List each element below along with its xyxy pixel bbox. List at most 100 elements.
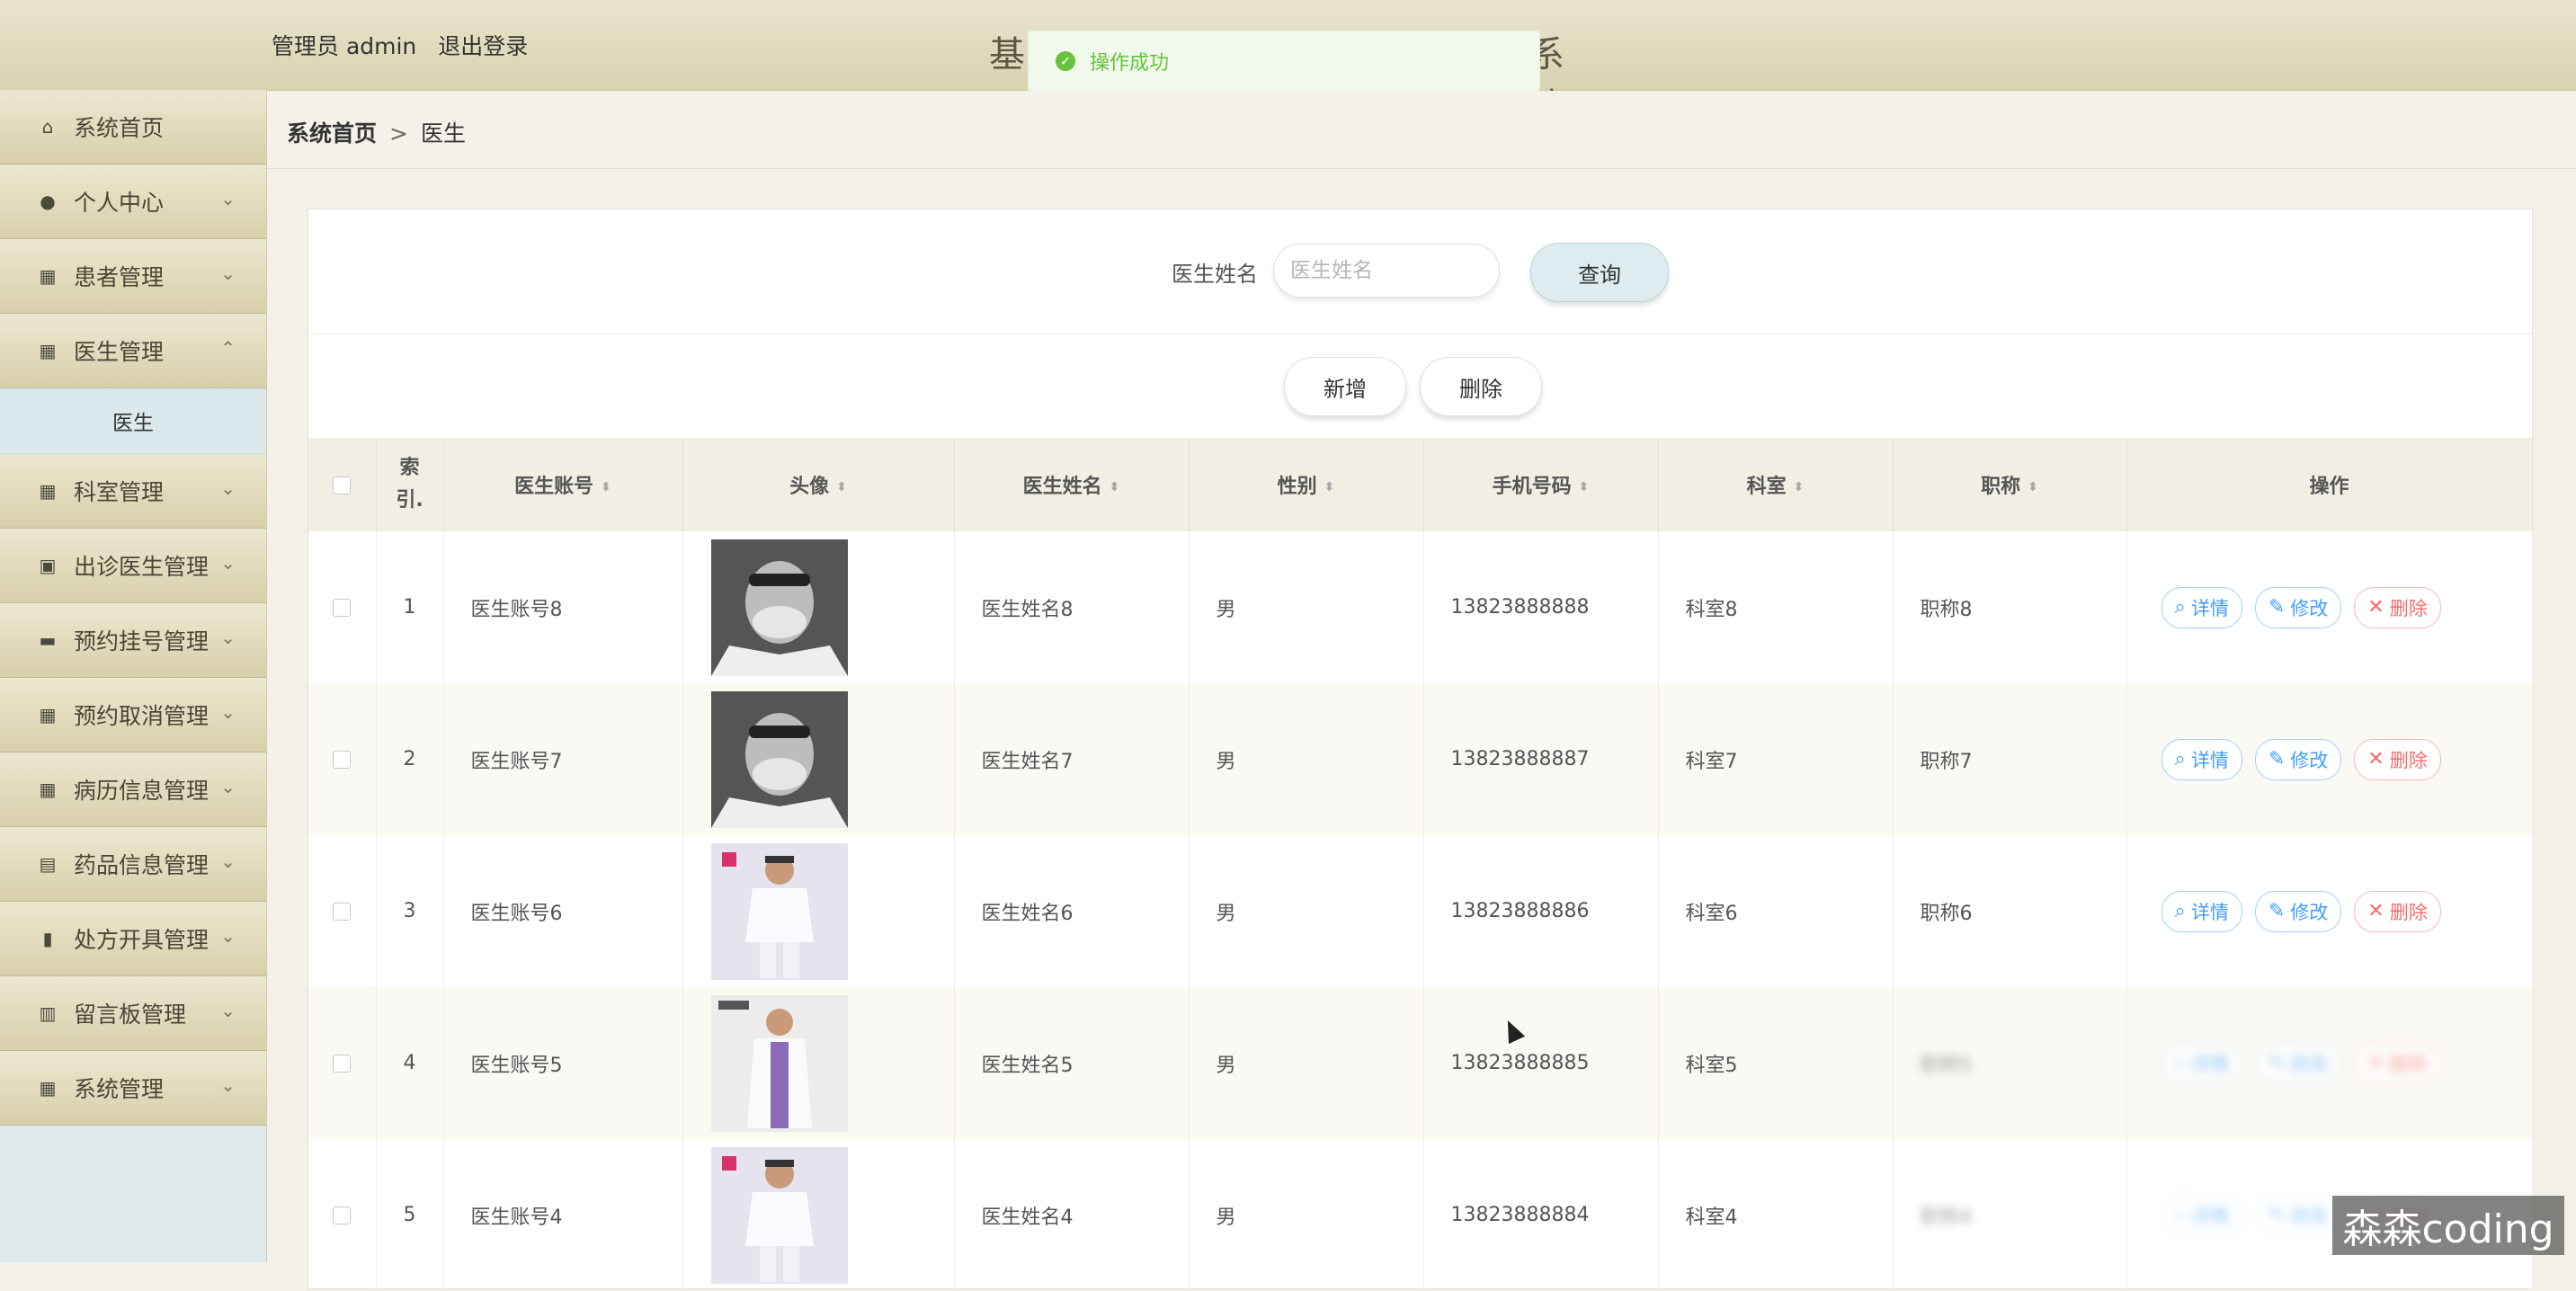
- logout-link[interactable]: 退出登录: [438, 33, 528, 59]
- sort-icon[interactable]: ⬍: [836, 481, 847, 494]
- sidebar-item-records[interactable]: ▦ 病历信息管理 ⌄: [0, 752, 266, 827]
- sidebar-item-departments[interactable]: ▦ 科室管理 ⌄: [0, 454, 266, 529]
- sidebar-item-doctors[interactable]: ▦ 医生管理 ⌃: [0, 314, 266, 388]
- breadcrumb-home[interactable]: 系统首页: [287, 120, 377, 147]
- detail-button[interactable]: ⌕ 详情: [2161, 1194, 2242, 1236]
- grid-icon: ▦: [39, 265, 57, 287]
- delete-label: 删除: [2389, 901, 2428, 923]
- detail-button[interactable]: ⌕ 详情: [2161, 890, 2242, 932]
- sidebar-item-messages[interactable]: ▥ 留言板管理 ⌄: [0, 976, 266, 1051]
- row-actions: ⌕详情 ✎修改 ✕删除: [2126, 531, 2533, 683]
- row-index: 5: [376, 1139, 444, 1291]
- sort-icon[interactable]: ⬍: [1579, 481, 1590, 494]
- row-avatar-cell: [682, 987, 955, 1139]
- detail-label: 详情: [2190, 901, 2229, 923]
- delete-button[interactable]: ✕删除: [2354, 890, 2441, 932]
- chevron-down-icon: ⌄: [220, 701, 236, 723]
- sort-icon[interactable]: ⬍: [1794, 481, 1805, 494]
- delete-button[interactable]: ✕删除: [2354, 738, 2441, 780]
- doctor-whitecoat-photo[interactable]: [710, 842, 848, 980]
- query-button[interactable]: 查询: [1530, 243, 1669, 302]
- edit-button[interactable]: ✎ 修改: [2254, 586, 2342, 628]
- sidebar-item-medicines[interactable]: ▤ 药品信息管理 ⌄: [0, 827, 266, 902]
- delete-button[interactable]: ✕删除: [2354, 1042, 2441, 1084]
- row-avatar-cell: [682, 835, 955, 987]
- search-row: 医生姓名 查询: [308, 209, 2532, 334]
- chevron-down-icon: ⌄: [220, 1074, 236, 1096]
- edit-button[interactable]: ✎ 修改: [2254, 738, 2342, 780]
- sidebar-item-home[interactable]: ⌂ 系统首页: [0, 90, 266, 165]
- detail-button[interactable]: ⌕ 详情: [2161, 586, 2242, 628]
- edit-button[interactable]: ✎ 修改: [2254, 890, 2342, 932]
- monitor-icon: ▬: [39, 629, 57, 651]
- sidebar-item-visiting-doctors[interactable]: ▣ 出诊医生管理 ⌄: [0, 529, 266, 603]
- sidebar-item-system[interactable]: ▦ 系统管理 ⌄: [0, 1051, 266, 1126]
- table-row: 5 医生账号4 医生姓名4 男 13823888884 科室4 职称4 ⌕ 详情…: [308, 1139, 2533, 1291]
- delete-button[interactable]: ✕删除: [2354, 586, 2441, 628]
- sort-icon[interactable]: ⬍: [1110, 481, 1120, 494]
- row-index: 1: [376, 531, 444, 683]
- sidebar-item-label: 出诊医生管理: [74, 554, 209, 580]
- row-actions: ⌕详情 ✎修改 ✕删除: [2126, 835, 2533, 987]
- sidebar-item-patients[interactable]: ▦ 患者管理 ⌄: [0, 239, 266, 314]
- row-account: 医生账号5: [443, 987, 683, 1139]
- search-label: 医生姓名: [1172, 262, 1258, 287]
- sidebar-item-prescriptions[interactable]: ▮ 处方开具管理 ⌄: [0, 902, 266, 976]
- breadcrumb-current: 医生: [420, 120, 466, 147]
- row-checkbox[interactable]: [333, 1206, 352, 1224]
- sidebar-item-appointments[interactable]: ▬ 预约挂号管理 ⌄: [0, 603, 266, 678]
- breadcrumb-bar: 系统首页 > 医生: [267, 91, 2576, 169]
- header-account[interactable]: 医生账号 ⬍: [443, 438, 683, 531]
- search-icon: ⌕: [2174, 900, 2186, 922]
- search-icon: ⌕: [2174, 1052, 2186, 1074]
- edit-button[interactable]: ✎ 修改: [2254, 1194, 2342, 1236]
- row-checkbox[interactable]: [333, 599, 352, 617]
- header-name[interactable]: 医生姓名 ⬍: [954, 438, 1190, 531]
- detail-label: 详情: [2190, 1053, 2229, 1075]
- edit-button[interactable]: ✎ 修改: [2254, 1042, 2342, 1084]
- row-checkbox[interactable]: [333, 751, 352, 769]
- header-dept[interactable]: 科室 ⬍: [1658, 438, 1894, 531]
- sort-icon[interactable]: ⬍: [601, 481, 611, 494]
- row-phone: 13823888884: [1423, 1139, 1659, 1291]
- sort-icon[interactable]: ⬍: [1324, 481, 1335, 494]
- detail-button[interactable]: ⌕ 详情: [2161, 738, 2242, 780]
- doctor-name-search-input[interactable]: [1273, 244, 1500, 298]
- action-row: 新增 删除: [308, 334, 2532, 440]
- row-checkbox[interactable]: [333, 1055, 352, 1073]
- header-title[interactable]: 职称 ⬍: [1893, 438, 2127, 531]
- doctor-whitecoat-photo[interactable]: [710, 1146, 848, 1284]
- row-name: 医生姓名4: [954, 1139, 1190, 1291]
- row-title: 职称6: [1893, 835, 2127, 987]
- doctor-mask-photo[interactable]: [710, 539, 848, 676]
- row-select-cell: [308, 1139, 377, 1291]
- sidebar-item-personal[interactable]: ● 个人中心 ⌄: [0, 165, 266, 239]
- sidebar-item-cancellations[interactable]: ▦ 预约取消管理 ⌄: [0, 678, 266, 752]
- header-phone[interactable]: 手机号码 ⬍: [1423, 438, 1659, 531]
- header-account-label: 医生账号: [514, 476, 594, 498]
- detail-label: 详情: [2190, 1205, 2229, 1227]
- row-index: 4: [376, 987, 444, 1139]
- clipboard-icon: ▤: [39, 853, 57, 875]
- header-title-label: 职称: [1981, 476, 2021, 498]
- header-avatar[interactable]: 头像 ⬍: [682, 438, 955, 531]
- pencil-icon: ✎: [2268, 1052, 2286, 1074]
- add-button[interactable]: 新增: [1284, 357, 1406, 416]
- batch-delete-button[interactable]: 删除: [1420, 357, 1542, 416]
- sidebar-item-label: 科室管理: [74, 479, 165, 505]
- select-all-checkbox[interactable]: [333, 476, 352, 494]
- row-gender: 男: [1189, 683, 1424, 835]
- sort-icon[interactable]: ⬍: [2028, 481, 2038, 494]
- breadcrumb-separator: >: [389, 120, 408, 147]
- search-icon: ⌕: [2174, 748, 2186, 770]
- row-name: 医生姓名6: [954, 835, 1190, 987]
- header-dept-label: 科室: [1746, 476, 1787, 498]
- detail-button[interactable]: ⌕ 详情: [2161, 1042, 2242, 1084]
- submenu-item-doctor[interactable]: 医生: [0, 388, 266, 454]
- doctor-purple-photo[interactable]: [710, 994, 848, 1132]
- delete-label: 删除: [2389, 597, 2428, 619]
- header-gender[interactable]: 性别 ⬍: [1189, 438, 1424, 531]
- row-checkbox[interactable]: [333, 903, 352, 921]
- doctor-mask-photo[interactable]: [710, 690, 848, 828]
- edit-label: 修改: [2290, 901, 2329, 923]
